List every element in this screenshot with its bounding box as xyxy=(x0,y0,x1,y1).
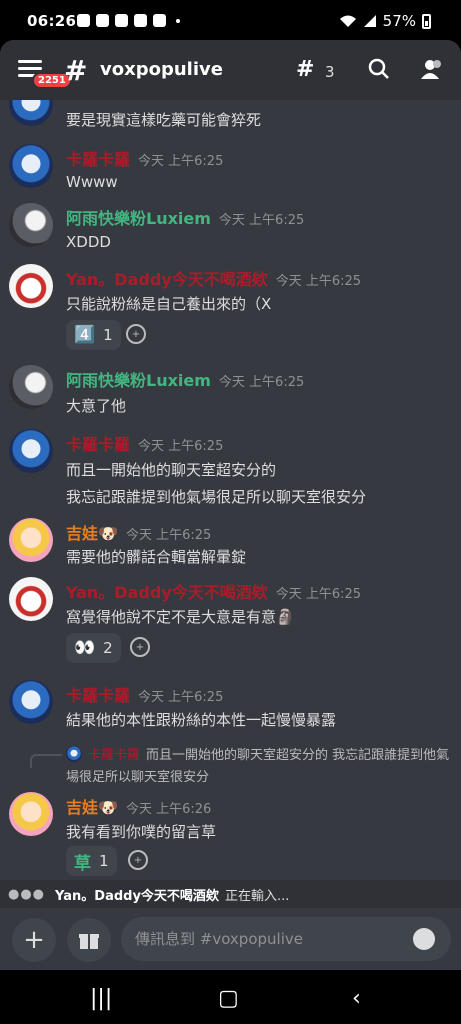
timestamp: 今天 上午6:25 xyxy=(125,528,212,543)
message-text: 我有看到你噗的留言草 xyxy=(66,823,217,841)
avatar[interactable] xyxy=(9,264,53,308)
timestamp: 今天 上午6:25 xyxy=(218,375,305,390)
android-nav-bar: ||| ▢ ‹ xyxy=(0,970,461,1024)
more-notifications-icon xyxy=(176,18,180,23)
signal-icon xyxy=(363,15,376,27)
reaction-pill[interactable]: 4️⃣ 1 xyxy=(66,320,121,350)
media-icon xyxy=(153,14,166,27)
message-text: 窩覺得他說不定不是大意是有意🗿 xyxy=(66,608,295,626)
message-text: 只能說粉絲是自己養出來的（X xyxy=(66,295,272,313)
members-icon[interactable] xyxy=(420,58,444,80)
reaction-count: 2 xyxy=(103,639,113,657)
timestamp: 今天 上午6:25 xyxy=(275,587,362,602)
reaction-pill[interactable]: 草 1 xyxy=(66,846,117,876)
battery-icon xyxy=(422,13,431,29)
wifi-icon xyxy=(339,15,356,27)
home-icon[interactable]: ▢ xyxy=(218,986,239,1011)
reaction-emoji: 👀 xyxy=(74,638,96,658)
status-right: 57% xyxy=(339,12,431,30)
avatar[interactable] xyxy=(9,577,53,621)
timestamp: 今天 上午6:26 xyxy=(125,802,212,817)
reply-connector xyxy=(30,754,62,768)
timestamp: 今天 上午6:25 xyxy=(275,274,362,289)
status-bar: 06:26 57% xyxy=(0,0,461,40)
emoji-icon[interactable] xyxy=(413,928,435,950)
search-icon[interactable] xyxy=(368,58,390,80)
typing-suffix: 正在輸入... xyxy=(224,888,290,904)
avatar[interactable] xyxy=(9,100,53,126)
instagram-icon xyxy=(96,14,109,27)
youtube-icon xyxy=(115,14,128,27)
channel-header: 2251 # voxpopulive # 3 xyxy=(0,40,461,100)
threads-icon[interactable]: # xyxy=(296,57,314,82)
reaction-count: 1 xyxy=(103,326,113,344)
message-input-placeholder: 傳訊息到 #voxpopulive xyxy=(135,930,303,948)
message-text: 大意了他 xyxy=(66,397,127,415)
add-reaction-icon[interactable]: + xyxy=(126,324,146,344)
youtube-icon xyxy=(134,14,147,27)
battery-level: 57% xyxy=(382,12,416,30)
timestamp: 今天 上午6:25 xyxy=(138,690,224,705)
author-name[interactable]: Yan。Daddy今天不喝酒欸 xyxy=(66,583,268,602)
message-composer: + 傳訊息到 #voxpopulive xyxy=(0,908,461,970)
timestamp: 今天 上午6:25 xyxy=(138,154,224,169)
thread-count: 3 xyxy=(325,63,335,81)
typing-indicator: ●●● Yan。Daddy今天不喝酒欸 正在輸入... xyxy=(0,880,461,908)
author-name[interactable]: 阿雨快樂粉Luxiem xyxy=(66,209,211,228)
author-name[interactable]: 吉娃🐶 xyxy=(66,798,118,817)
avatar[interactable] xyxy=(9,429,53,473)
avatar[interactable] xyxy=(9,518,53,562)
message-text: 而且一開始他的聊天室超安分的 xyxy=(66,461,277,479)
avatar[interactable] xyxy=(9,365,53,409)
gift-icon[interactable] xyxy=(67,918,111,962)
message-text: Wwww xyxy=(66,173,118,191)
author-name[interactable]: 卡羅卡羅 xyxy=(66,435,130,454)
author-name[interactable]: 卡羅卡羅 xyxy=(66,686,130,705)
message-input[interactable]: 傳訊息到 #voxpopulive xyxy=(121,917,451,961)
author-name[interactable]: 卡羅卡羅 xyxy=(66,150,130,169)
plus-icon[interactable]: + xyxy=(12,918,56,962)
reply-author: 卡羅卡羅 xyxy=(88,748,141,763)
avatar[interactable] xyxy=(9,680,53,724)
add-reaction-icon[interactable]: + xyxy=(130,637,150,657)
hash-icon: # xyxy=(64,54,88,87)
discord-app: 2251 # voxpopulive # 3 要是現實這樣吃藥可能會猝死 卡羅卡… xyxy=(0,40,461,970)
status-time: 06:26 xyxy=(27,12,77,30)
author-name[interactable]: 阿雨快樂粉Luxiem xyxy=(66,371,211,390)
avatar[interactable] xyxy=(9,144,53,188)
reply-preview[interactable]: 卡羅卡羅 而且一開始他的聊天室超安分的 我忘記跟誰提到他氣場很足所以聊天室很安分 xyxy=(66,745,450,789)
line-icon xyxy=(77,14,90,27)
timestamp: 今天 上午6:25 xyxy=(138,439,224,454)
message-list: 要是現實這樣吃藥可能會猝死 卡羅卡羅 今天 上午6:25 Wwww 阿雨快樂粉Lu… xyxy=(0,100,461,880)
channel-title: voxpopulive xyxy=(100,59,223,80)
reaction-count: 1 xyxy=(99,852,109,870)
message-text: 需要他的髒話合輯當解暈錠 xyxy=(66,548,247,566)
message-text: 我忘記跟誰提到他氣場很足所以聊天室很安分 xyxy=(66,488,367,506)
reply-avatar xyxy=(66,746,82,762)
reaction-emoji: 草 xyxy=(74,853,91,874)
typing-user: Yan。Daddy今天不喝酒欸 xyxy=(55,888,219,904)
avatar[interactable] xyxy=(9,792,53,836)
reaction-emoji: 4️⃣ xyxy=(74,325,96,345)
back-icon[interactable]: ‹ xyxy=(352,986,361,1011)
author-name[interactable]: 吉娃🐶 xyxy=(66,524,118,543)
author-name[interactable]: Yan。Daddy今天不喝酒欸 xyxy=(66,270,268,289)
avatar[interactable] xyxy=(9,203,53,247)
add-reaction-icon[interactable]: + xyxy=(128,850,148,870)
recent-apps-icon[interactable]: ||| xyxy=(90,986,112,1011)
typing-dots-icon: ●●● xyxy=(8,886,46,902)
timestamp: 今天 上午6:25 xyxy=(218,213,305,228)
notification-icons xyxy=(77,14,180,27)
message-text: 要是現實這樣吃藥可能會猝死 xyxy=(66,111,262,129)
message-text: XDDD xyxy=(66,233,111,251)
message-text: 結果他的本性跟粉絲的本性一起慢慢暴露 xyxy=(66,711,337,729)
reaction-pill[interactable]: 👀 2 xyxy=(66,633,121,663)
